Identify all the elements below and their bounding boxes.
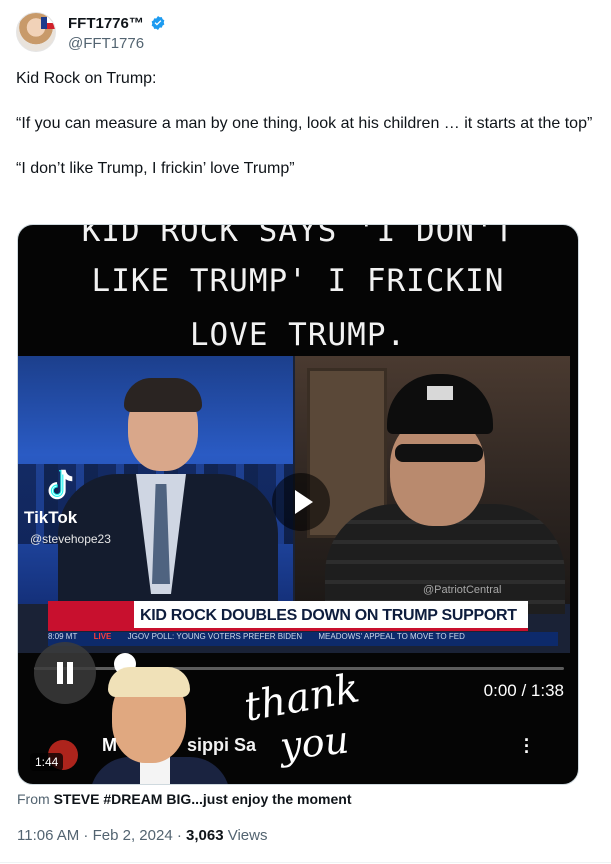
- guest-cap-logo: [427, 386, 453, 400]
- tweet-paragraph: “I don’t like Trump, I frickin’ love Tru…: [16, 160, 295, 177]
- overlay-suffix: sippi Sa: [187, 735, 257, 755]
- tiktok-username: @stevehope23: [30, 532, 111, 546]
- host-hair: [124, 378, 202, 412]
- video-caption-line: LOVE TRUMP.: [189, 317, 407, 353]
- author-handle[interactable]: @FFT1776: [68, 35, 144, 52]
- video-watermark: @PatriotCentral: [423, 584, 502, 596]
- news-guest-panel: [295, 356, 570, 614]
- news-lower-third: KID ROCK DOUBLES DOWN ON TRUMP SUPPORT: [48, 601, 528, 631]
- ticker-item: MEADOWS' APPEAL TO MOVE TO FED: [318, 632, 465, 641]
- tweet-text: Kid Rock on Trump: “If you can measure a…: [16, 66, 595, 201]
- video-inset-person: [90, 665, 230, 784]
- meta-separator: ·: [79, 827, 93, 844]
- divider: [0, 862, 611, 863]
- tweet-date[interactable]: Feb 2, 2024: [93, 827, 173, 844]
- guest-cap: [387, 374, 493, 434]
- video-source: From STEVE #DREAM BIG...just enjoy the m…: [17, 791, 352, 807]
- flag-icon: [41, 17, 55, 29]
- ticker-live: LIVE: [93, 632, 112, 641]
- tweet-paragraph: “If you can measure a man by one thing, …: [16, 115, 593, 132]
- video-player[interactable]: KID ROCK SAYS 'I DON'T LIKE TRUMP' I FRI…: [17, 224, 579, 785]
- source-name[interactable]: STEVE #DREAM BIG...just enjoy the moment: [54, 791, 352, 807]
- news-ticker: 8:09 MT LIVE JGOV POLL: YOUNG VOTERS PRE…: [48, 632, 558, 646]
- views-count: 3,063: [186, 827, 224, 844]
- overlay-prefix: M: [102, 735, 117, 755]
- tiktok-brand: TikTok: [24, 508, 78, 527]
- video-caption-line: LIKE TRUMP' I FRICKIN: [91, 263, 505, 299]
- tweet-time[interactable]: 11:06 AM: [17, 827, 79, 844]
- video-overlay-title: M sippi Sa: [102, 735, 256, 756]
- play-icon[interactable]: [272, 473, 330, 531]
- video-time-readout: 0:00 / 1:38: [483, 681, 564, 700]
- ticker-item: JGOV POLL: YOUNG VOTERS PREFER BIDEN: [127, 632, 303, 641]
- tweet-meta: 11:06 AM · Feb 2, 2024 · 3,063 Views: [17, 827, 267, 844]
- duration-badge: 1:44: [30, 753, 64, 771]
- source-prefix: From: [17, 791, 54, 807]
- views-label: Views: [227, 827, 268, 844]
- verified-badge-icon: [151, 16, 165, 30]
- tweet-paragraph: Kid Rock on Trump:: [16, 70, 157, 87]
- pause-icon[interactable]: [34, 642, 96, 704]
- tiktok-icon: [48, 469, 73, 500]
- author-display-name[interactable]: FFT1776™: [68, 15, 166, 32]
- video-caption-line: KID ROCK SAYS 'I DON'T: [81, 224, 515, 249]
- avatar[interactable]: [16, 12, 56, 52]
- network-logo: [48, 601, 134, 631]
- author-name-text[interactable]: FFT1776™: [68, 15, 144, 32]
- thank-you-script: you: [277, 717, 351, 769]
- news-headline: KID ROCK DOUBLES DOWN ON TRUMP SUPPORT: [140, 607, 517, 624]
- guest-glasses: [395, 444, 483, 462]
- ticker-time: 8:09 MT: [48, 632, 78, 641]
- more-vertical-icon[interactable]: · · ·: [524, 731, 530, 761]
- inset-hair: [108, 667, 190, 697]
- meta-separator: ·: [172, 827, 187, 844]
- tweet-header: FFT1776™ @FFT1776: [16, 10, 595, 56]
